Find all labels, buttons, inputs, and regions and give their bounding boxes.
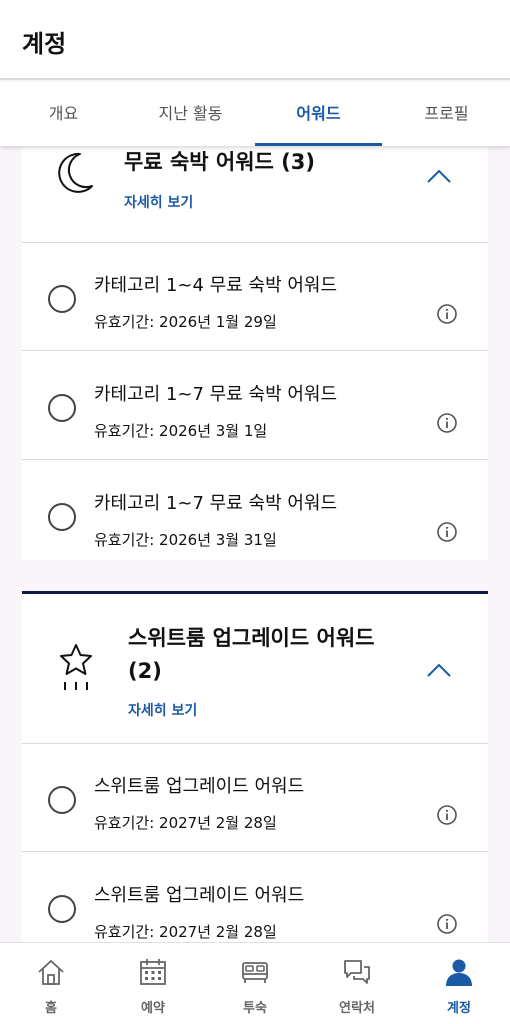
free-night-awards-title: 무료 숙박 어워드 (3)	[124, 150, 315, 174]
info-icon[interactable]	[436, 913, 458, 935]
award-item[interactable]: 카테고리 1~7 무료 숙박 어워드 유효기간: 2026년 3월 1일	[22, 352, 488, 460]
award-item-title: 카테고리 1~7 무료 숙박 어워드	[94, 384, 338, 405]
nav-account-label: 계정	[447, 1001, 471, 1016]
star-upgrade-icon	[56, 642, 96, 694]
bed-icon	[242, 962, 268, 983]
page-title: 계정	[22, 30, 67, 58]
award-item[interactable]: 카테고리 1~7 무료 숙박 어워드 유효기간: 2026년 3월 31일	[22, 461, 488, 569]
person-icon	[446, 959, 472, 986]
nav-reservations[interactable]: 예약	[102, 943, 204, 1024]
award-item[interactable]: 카테고리 1~4 무료 숙박 어워드 유효기간: 2026년 1월 29일	[22, 243, 488, 351]
award-item-title: 카테고리 1~7 무료 숙박 어워드	[94, 493, 338, 514]
suite-upgrade-details-link[interactable]: 자세히 보기	[128, 700, 197, 720]
award-item-title: 스위트룸 업그레이드 어워드	[94, 776, 305, 797]
award-radio[interactable]	[48, 503, 76, 531]
award-item[interactable]: 스위트룸 업그레이드 어워드 유효기간: 2027년 2월 28일	[22, 853, 488, 942]
info-icon[interactable]	[436, 412, 458, 434]
chat-icon	[344, 960, 370, 984]
suite-upgrade-awards-card: 스위트룸 업그레이드 어워드 (2) 자세히 보기 스위트룸 업그레이드 어워드…	[22, 591, 488, 942]
award-item-validity: 유효기간: 2026년 1월 29일	[94, 313, 277, 331]
award-item[interactable]: 스위트룸 업그레이드 어워드 유효기간: 2027년 2월 28일	[22, 744, 488, 852]
chevron-up-icon[interactable]	[426, 168, 452, 184]
award-item-title: 스위트룸 업그레이드 어워드	[94, 885, 305, 906]
info-icon[interactable]	[436, 804, 458, 826]
calendar-icon	[140, 959, 166, 985]
tab-overview[interactable]: 개요	[0, 82, 127, 146]
nav-contact[interactable]: 연락처	[306, 943, 408, 1024]
award-item-validity: 유효기간: 2026년 3월 1일	[94, 422, 268, 440]
tab-past-activity[interactable]: 지난 활동	[127, 82, 254, 146]
tab-bar: 개요 지난 활동 어워드 프로필	[0, 82, 510, 146]
nav-contact-label: 연락처	[339, 1001, 375, 1016]
suite-upgrade-title-line1: 스위트룸 업그레이드 어워드	[128, 626, 375, 650]
nav-account[interactable]: 계정	[408, 943, 510, 1024]
awards-content[interactable]: 무료 숙박 어워드 (3) 자세히 보기 카테고리 1~4 무료 숙박 어워드 …	[0, 146, 510, 942]
free-night-details-link[interactable]: 자세히 보기	[124, 192, 193, 212]
nav-reservations-label: 예약	[141, 1001, 165, 1016]
nav-home[interactable]: 홈	[0, 943, 102, 1024]
info-icon[interactable]	[436, 303, 458, 325]
info-icon[interactable]	[436, 521, 458, 543]
app-header: 계정	[0, 0, 510, 80]
nav-stays[interactable]: 투숙	[204, 943, 306, 1024]
tab-profile[interactable]: 프로필	[383, 82, 510, 146]
award-item-validity: 유효기간: 2027년 2월 28일	[94, 814, 277, 832]
moon-icon	[50, 150, 96, 196]
award-radio[interactable]	[48, 394, 76, 422]
free-night-awards-card: 무료 숙박 어워드 (3) 자세히 보기 카테고리 1~4 무료 숙박 어워드 …	[22, 146, 488, 560]
free-night-awards-header[interactable]: 무료 숙박 어워드 (3) 자세히 보기	[22, 146, 488, 243]
bottom-navigation: 홈 예약 투숙 연락처 계정	[0, 942, 510, 1024]
award-radio[interactable]	[48, 786, 76, 814]
chevron-up-icon[interactable]	[426, 662, 452, 678]
suite-upgrade-awards-title: 스위트룸 업그레이드 어워드 (2)	[128, 622, 408, 688]
suite-upgrade-title-line2: (2)	[128, 659, 162, 683]
award-radio[interactable]	[48, 285, 76, 313]
award-item-validity: 유효기간: 2027년 2월 28일	[94, 923, 277, 941]
award-item-validity: 유효기간: 2026년 3월 31일	[94, 531, 277, 549]
tab-awards[interactable]: 어워드	[255, 82, 382, 146]
suite-upgrade-awards-header[interactable]: 스위트룸 업그레이드 어워드 (2) 자세히 보기	[22, 594, 488, 744]
nav-home-label: 홈	[45, 1001, 57, 1016]
award-radio[interactable]	[48, 895, 76, 923]
award-item-title: 카테고리 1~4 무료 숙박 어워드	[94, 275, 338, 296]
home-icon	[38, 959, 64, 985]
nav-stays-label: 투숙	[243, 1001, 267, 1016]
